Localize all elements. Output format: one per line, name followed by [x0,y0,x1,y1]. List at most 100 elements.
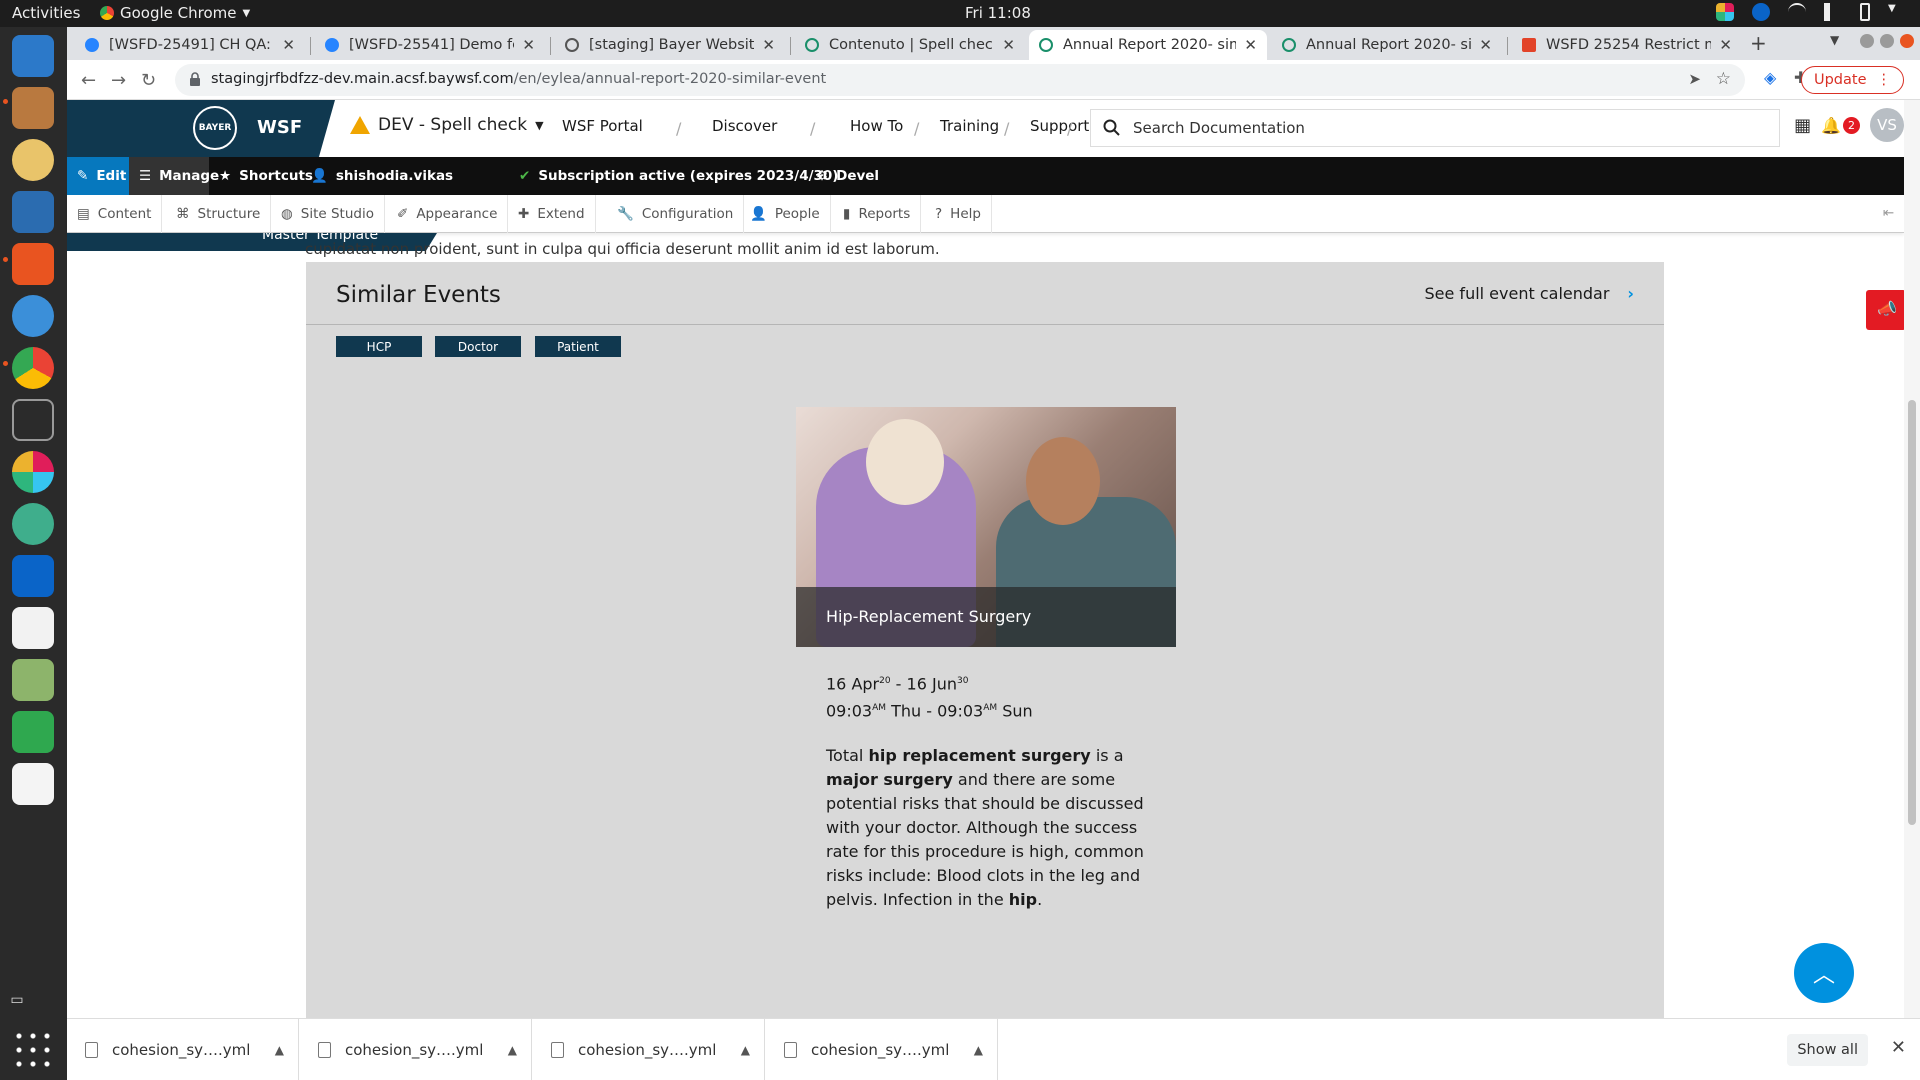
close-window-icon[interactable] [1900,34,1914,48]
tray-appearance[interactable]: ✐ Appearance [387,195,509,233]
slack-icon[interactable] [12,451,54,493]
download-item[interactable]: cohesion_sy….yml ▲ [766,1019,998,1080]
tray-content[interactable]: ▤ Content [67,195,163,233]
wifi-icon[interactable] [1788,3,1806,21]
update-button[interactable]: Update ⋮ [1800,66,1904,94]
nav-separator: / [1004,119,1010,138]
tab-search-icon[interactable]: ▼ [1830,33,1839,47]
close-tab-icon[interactable]: ✕ [762,36,775,54]
new-tab-button[interactable]: + [1750,31,1767,55]
calendar-icon[interactable]: ▦ [1794,115,1811,136]
manage-button[interactable]: ☰ Manage [129,157,219,195]
back-icon[interactable]: ← [81,70,96,91]
show-apps-icon[interactable] [12,1029,54,1071]
browser-tab[interactable]: WSFD 25254 Restrict mp4 ✕ [1512,30,1742,60]
battery-icon[interactable] [1860,3,1870,21]
close-downloads-icon[interactable]: ✕ [1891,1037,1906,1058]
brand-block[interactable]: BAYER WSF [67,100,335,157]
download-item[interactable]: cohesion_sy….yml ▲ [533,1019,765,1080]
clock[interactable]: Fri 11:08 [965,4,1031,22]
download-item[interactable]: cohesion_sy….yml ▲ [67,1019,299,1080]
notes-icon[interactable] [12,763,54,805]
back-to-top-button[interactable]: ︿ [1794,943,1854,1003]
forward-icon[interactable]: → [111,70,126,91]
tray-structure[interactable]: ⌘ Structure [166,195,272,233]
tray-reports[interactable]: ▮ Reports [833,195,922,233]
environment-switcher[interactable]: DEV - Spell check ▼ [350,115,544,135]
atom-icon[interactable] [12,503,54,545]
bookmark-star-icon[interactable]: ☆ [1716,69,1731,89]
slack-tray-icon[interactable] [1716,3,1734,21]
reload-icon[interactable]: ↻ [141,70,156,91]
writer-icon[interactable] [12,191,54,233]
nav-wsf-portal[interactable]: WSF Portal [562,117,643,135]
caret-up-icon[interactable]: ▲ [275,1043,284,1057]
remote-desktop-icon[interactable] [12,711,54,753]
download-item[interactable]: cohesion_sy….yml ▲ [300,1019,532,1080]
rhythmbox-icon[interactable] [12,139,54,181]
page-scrollbar[interactable] [1904,100,1920,1018]
screen-icon[interactable]: ▭ [0,985,34,1015]
caret-up-icon[interactable]: ▲ [741,1043,750,1057]
webex-tray-icon[interactable] [1752,3,1770,21]
caret-up-icon[interactable]: ▲ [974,1043,983,1057]
tray-help[interactable]: ? Help [925,195,992,233]
tag-hcp[interactable]: HCP [336,336,422,357]
nav-training[interactable]: Training [940,117,999,135]
caret-up-icon[interactable]: ▲ [508,1043,517,1057]
chrome-dock-icon[interactable] [12,347,54,389]
webex-icon[interactable] [12,555,54,597]
close-tab-icon[interactable]: ✕ [1479,36,1492,54]
maximize-icon[interactable] [1880,34,1894,48]
tray-extend[interactable]: ✚ Extend [508,195,596,233]
tray-people[interactable]: 👤 People [740,195,831,233]
scrollbar-thumb[interactable] [1908,400,1916,825]
tag-patient[interactable]: Patient [535,336,621,357]
subscription-status[interactable]: ✔ Subscription active (expires 2023/4/30) [509,157,848,195]
user-menu[interactable]: 👤 shishodia.vikas [301,157,463,195]
close-tab-icon[interactable]: ✕ [1719,36,1732,54]
full-calendar-link[interactable]: See full event calendar › [1425,284,1635,303]
browser-tab-active[interactable]: Annual Report 2020- simi ✕ [1029,30,1267,60]
collapse-tray-icon[interactable]: ⇤ [1883,205,1894,221]
close-tab-icon[interactable]: ✕ [1002,36,1015,54]
search-input[interactable] [1133,110,1753,146]
thunderbird-icon[interactable] [12,35,54,77]
browser-tab[interactable]: Annual Report 2020- simi ✕ [1272,30,1502,60]
minimize-icon[interactable] [1860,34,1874,48]
notifications[interactable]: 🔔 2 [1821,116,1860,135]
nav-discover[interactable]: Discover [712,117,777,135]
browser-tab[interactable]: Contenuto | Spell check ✕ [795,30,1025,60]
edit-button[interactable]: ✎ Edit [67,157,129,195]
close-tab-icon[interactable]: ✕ [282,36,295,54]
text-editor-icon[interactable] [12,607,54,649]
tag-doctor[interactable]: Doctor [435,336,521,357]
devel-button[interactable]: ⚙ Devel [806,157,889,195]
tray-configuration[interactable]: 🔧 Configuration [607,195,745,233]
chevron-up-icon: ︿ [1812,963,1835,988]
address-bar[interactable]: stagingjrfbdfzz-dev.main.acsf.baywsf.com… [175,64,1745,96]
event-card[interactable]: Hip-Replacement Surgery 16 Apr20 - 16 Ju… [796,407,1176,912]
extension-icon[interactable]: ◈ [1764,68,1776,87]
terminal-icon[interactable] [12,399,54,441]
close-tab-icon[interactable]: ✕ [522,36,535,54]
nav-how-to[interactable]: How To [850,117,903,135]
help-icon[interactable] [12,295,54,337]
files-icon[interactable] [12,87,54,129]
software-icon[interactable] [12,243,54,285]
event-image[interactable]: Hip-Replacement Surgery [796,407,1176,647]
volume-icon[interactable] [1824,3,1842,21]
image-viewer-icon[interactable] [12,659,54,701]
app-menu[interactable]: Google Chrome ▼ [100,4,250,22]
tray-site-studio[interactable]: ◍ Site Studio [271,195,385,233]
send-icon[interactable]: ➤ [1688,70,1701,88]
power-menu-icon[interactable]: ▼ [1888,3,1906,21]
browser-tab[interactable]: [WSFD-25541] Demo feed ✕ [315,30,545,60]
browser-tab[interactable]: [staging] Bayer Website F ✕ [555,30,785,60]
feedback-tab[interactable]: 📣 [1866,290,1906,330]
browser-tab[interactable]: [WSFD-25491] CH QA: Up ✕ [75,30,305,60]
activities-button[interactable]: Activities [12,4,80,22]
user-avatar[interactable]: VS [1870,108,1904,142]
show-all-button[interactable]: Show all [1787,1034,1868,1066]
close-tab-icon[interactable]: ✕ [1244,36,1257,54]
